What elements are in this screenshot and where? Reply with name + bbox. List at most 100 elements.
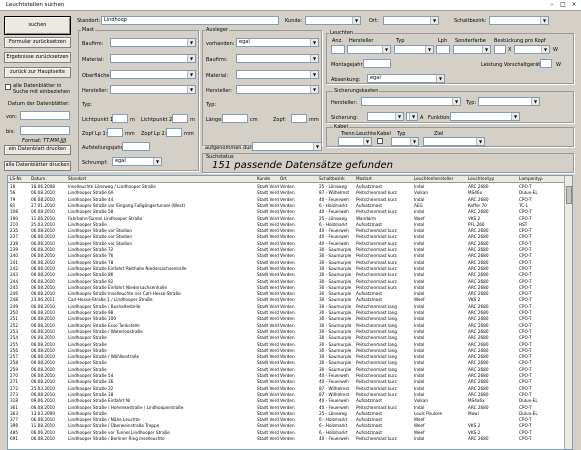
- print-all-button[interactable]: alle Datenblätter drucken: [4, 161, 71, 171]
- leuchten-anz-label: Anz.: [332, 38, 343, 44]
- chevron-down-icon: ▼: [310, 71, 318, 78]
- kunde-dropdown[interactable]: ▼: [305, 16, 361, 25]
- column-header[interactable]: Schaltbezirk: [319, 176, 355, 183]
- results-table[interactable]: LS-Nr. Datum Standort Kunde Ort Schaltbezirk M…: [7, 175, 573, 450]
- date-from-input[interactable]: [20, 111, 70, 120]
- mast-baufirm-label: Baufirm:: [82, 41, 104, 47]
- chevron-down-icon: ▼: [310, 39, 318, 46]
- montagejahr-label: Montagejahr:: [331, 62, 365, 68]
- mast-baufirm-dropdown[interactable]: ▼: [110, 38, 196, 47]
- standort-input[interactable]: Lindhoop: [101, 16, 279, 25]
- maximize-icon[interactable]: □: [558, 1, 568, 9]
- leuchten-hersteller-dropdown[interactable]: ▼: [347, 45, 391, 54]
- zopf1-input[interactable]: [107, 128, 123, 137]
- zopf2-input[interactable]: [166, 128, 182, 137]
- table-cell: 691: [10, 436, 18, 441]
- column-header[interactable]: Leuchtentyp: [468, 176, 518, 183]
- sk-hersteller-dropdown[interactable]: ▼: [361, 97, 461, 106]
- chevron-down-icon: ▼: [425, 46, 433, 53]
- aufstellungsjahr-label: Aufstellungsjahr:: [82, 145, 125, 151]
- search-button[interactable]: suchen: [4, 16, 71, 35]
- leuchten-hersteller-label: Hersteller: [349, 38, 374, 44]
- mast-material-dropdown[interactable]: ▼: [110, 54, 196, 63]
- bestueckung-x-label: X: [508, 47, 512, 53]
- chevron-down-icon: ▼: [187, 39, 195, 46]
- date-to-input[interactable]: [20, 126, 70, 135]
- mast-typ-label: Typ:: [82, 102, 93, 108]
- table-header: LS-Nr. Datum Standort Kunde Ort Schaltbezirk M…: [8, 176, 572, 183]
- print-one-button[interactable]: ein Datenblatt drucken: [4, 145, 71, 155]
- kabel-checkbox[interactable]: [377, 138, 383, 144]
- schrumpf-dropdown[interactable]: egal ▼: [112, 157, 162, 166]
- leuchten-sonderfarbe-dropdown[interactable]: ▼: [453, 45, 491, 54]
- column-header[interactable]: Mastart: [356, 176, 412, 183]
- ausleger-vorhanden-dropdown[interactable]: egal ▼: [236, 38, 319, 47]
- reset-form-button[interactable]: Formular zurücksetzen: [4, 37, 71, 48]
- ort-label: Ort:: [369, 18, 379, 24]
- column-header[interactable]: Ort: [280, 176, 318, 183]
- ausleger-vorhanden-label: vorhanden:: [206, 41, 235, 47]
- ausleger-material-dropdown[interactable]: ▼: [236, 70, 319, 79]
- sicherung-ampere-dropdown[interactable]: ▼: [406, 112, 418, 121]
- absenkung-dropdown[interactable]: egal ▼: [367, 74, 445, 83]
- kabel-ziel-dropdown[interactable]: ▼: [423, 137, 485, 146]
- ausleger-laenge-input[interactable]: [222, 114, 248, 123]
- minimize-icon[interactable]: –: [547, 1, 557, 9]
- column-header[interactable]: Datum: [31, 176, 67, 183]
- montagejahr-input[interactable]: [363, 59, 391, 68]
- all-data-label: alle Datenblätter in Suche mit einbezieh…: [13, 83, 71, 95]
- ort-dropdown[interactable]: ▼: [383, 16, 439, 25]
- ausleger-baufirm-dropdown[interactable]: ▼: [236, 54, 319, 63]
- chevron-down-icon: ▼: [395, 113, 403, 120]
- sicherungskasten-title: Sicherungskasten: [333, 88, 380, 94]
- aufstellungsjahr-input[interactable]: [122, 142, 150, 151]
- mast-oberflaeche-dropdown[interactable]: ▼: [110, 70, 196, 79]
- sk-typ-dropdown[interactable]: ▼: [478, 97, 540, 106]
- kabel-trenn-dropdown[interactable]: ▼: [338, 137, 372, 146]
- close-icon[interactable]: ×: [569, 1, 579, 9]
- ausleger-hersteller-label: Hersteller:: [206, 88, 233, 94]
- aufgenommen-label: aufgenommen durch:: [205, 145, 259, 151]
- table-row[interactable]: 691 06.08.2010 Lindhooper Straße / Berline…: [8, 436, 566, 442]
- zopf1-label: Zopf Lp 1:: [82, 131, 108, 137]
- zopf2-unit: mm: [184, 131, 194, 137]
- all-data-checkbox[interactable]: [5, 84, 11, 90]
- column-header[interactable]: Leuchtenhersteller: [414, 176, 466, 183]
- back-to-main-button[interactable]: zurück zur Hauptseite: [4, 67, 71, 78]
- leistung-input[interactable]: [540, 59, 552, 68]
- table-cell: Indal: [414, 436, 425, 441]
- column-header[interactable]: Lampentyp: [519, 176, 564, 183]
- table-cell: 40 - Feuerweh: [319, 436, 349, 441]
- ausleger-zopf-input[interactable]: [291, 114, 307, 123]
- column-header[interactable]: Kunde: [257, 176, 279, 183]
- lichtpunkt2-input[interactable]: [172, 114, 188, 123]
- bestueckung-count-input[interactable]: [494, 45, 506, 54]
- schrumpf-value: egal: [115, 158, 126, 164]
- kabel-typ-dropdown[interactable]: ▼: [391, 137, 419, 146]
- bestueckung-watt-dropdown[interactable]: ▼: [514, 45, 550, 54]
- leuchten-anz-input[interactable]: [331, 45, 345, 54]
- date-label: Datum der Datenblätter:: [8, 101, 70, 107]
- mast-title: Mast: [81, 27, 95, 33]
- schaltbezirk-dropdown[interactable]: ▼: [489, 16, 549, 25]
- chevron-down-icon: ▼: [313, 143, 321, 150]
- vertical-scrollbar[interactable]: [564, 176, 572, 449]
- column-header[interactable]: Standort: [68, 176, 254, 183]
- leuchten-typ-dropdown[interactable]: ▼: [394, 45, 434, 54]
- table-cell: ARC 2680: [468, 436, 489, 441]
- funktion-dropdown[interactable]: ▼: [450, 112, 520, 121]
- schaltbezirk-label: Schaltbezirk:: [454, 18, 487, 24]
- scrollbar-thumb[interactable]: [566, 186, 572, 204]
- lichtpunkt2-unit: m: [190, 117, 195, 123]
- column-header[interactable]: LS-Nr.: [10, 176, 30, 183]
- mast-hersteller-dropdown[interactable]: ▼: [110, 85, 196, 94]
- lichtpunkt1-input[interactable]: [112, 114, 128, 123]
- sicherung-label: Sicherung:: [331, 115, 358, 121]
- sicherung-dropdown[interactable]: ▼: [367, 112, 404, 121]
- leuchten-lph-input[interactable]: [436, 45, 450, 54]
- reset-results-button[interactable]: Ergebnisse zurücksetzen: [4, 52, 71, 63]
- bestueckung-w-label: W: [553, 47, 558, 53]
- ausleger-hersteller-dropdown[interactable]: ▼: [236, 85, 319, 94]
- aufgenommen-dropdown[interactable]: ▼: [252, 142, 322, 151]
- table-cell: Stadt Verden: [257, 436, 279, 441]
